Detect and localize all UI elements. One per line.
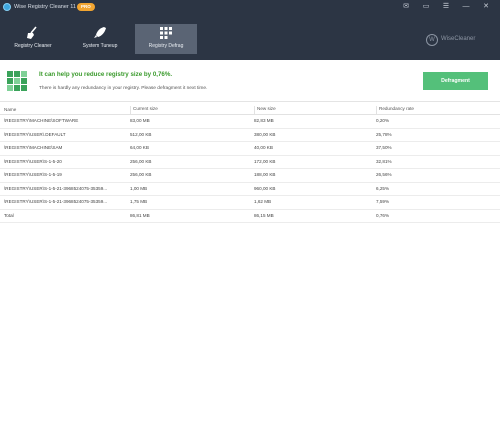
- grid-icon: [160, 27, 172, 39]
- skin-icon[interactable]: ▭: [421, 2, 431, 12]
- cell-redundancy-rate: 0,76%: [376, 212, 390, 218]
- column-header-new-size[interactable]: New size: [254, 106, 372, 114]
- table-row[interactable]: \REGISTRY\USER\S-1-5-21-3968524075-35359…: [0, 196, 500, 210]
- cell-new-size: 40,00 KB: [254, 145, 273, 150]
- registry-table: Name Current size New size Redundancy ra…: [0, 104, 500, 223]
- column-header-redundancy-rate[interactable]: Redundancy rate: [376, 106, 494, 114]
- cell-name: \REGISTRY\USER\S-1-5-21-3968524075-35359…: [4, 185, 108, 191]
- redundancy-note: There is hardly any redundancy in your r…: [39, 86, 208, 91]
- table-header: Name Current size New size Redundancy ra…: [0, 104, 500, 115]
- tab-label: System Tuneup: [82, 43, 118, 49]
- app-logo-icon: [3, 3, 11, 11]
- table-row[interactable]: \REGISTRY\USER\S-1-5-21-3968524075-35359…: [0, 183, 500, 196]
- table-row[interactable]: \REGISTRY\MACHINE\SAM 64,00 KB 40,00 KB …: [0, 142, 500, 156]
- close-button[interactable]: ✕: [481, 2, 491, 12]
- defragment-button[interactable]: Defragment: [423, 72, 488, 90]
- cell-new-size: 1,62 MB: [254, 199, 272, 204]
- cell-redundancy-rate: 7,59%: [376, 199, 390, 204]
- cell-redundancy-rate: 6,25%: [376, 185, 390, 191]
- cell-current-size: 83,00 MB: [130, 118, 150, 123]
- cell-new-size: 960,00 KB: [254, 185, 276, 191]
- broom-icon: [27, 26, 37, 39]
- minimize-button[interactable]: —: [461, 2, 471, 12]
- column-header-current-size[interactable]: Current size: [130, 106, 248, 114]
- tab-registry-defrag[interactable]: Registry Defrag: [135, 24, 197, 54]
- cell-new-size: 86,15 MB: [254, 212, 274, 218]
- cell-new-size: 380,00 KB: [254, 131, 276, 137]
- cell-current-size: 64,00 KB: [130, 145, 149, 150]
- table-row[interactable]: \REGISTRY\MACHINE\SOFTWARE 83,00 MB 82,8…: [0, 115, 500, 129]
- cell-current-size: 512,00 KB: [130, 131, 152, 137]
- cell-name: \REGISTRY\USER\S-1-5-19: [4, 172, 62, 177]
- cell-redundancy-rate: 37,50%: [376, 145, 392, 150]
- tab-label: Registry Defrag: [148, 43, 184, 49]
- cell-current-size: 1,00 MB: [130, 185, 148, 191]
- table-row[interactable]: \REGISTRY\USER\S-1-5-19 256,00 KB 188,00…: [0, 169, 500, 183]
- menu-icon[interactable]: ☰: [441, 2, 451, 12]
- cell-name: \REGISTRY\MACHINE\SOFTWARE: [4, 118, 79, 123]
- cell-current-size: 1,75 MB: [130, 199, 148, 204]
- cell-name: Total: [4, 212, 14, 218]
- column-header-name[interactable]: Name: [4, 107, 124, 112]
- table-row[interactable]: \REGISTRY\USER\S-1-5-20 256,00 KB 172,00…: [0, 156, 500, 169]
- feedback-icon[interactable]: ✉: [401, 2, 411, 12]
- cell-name: \REGISTRY\USER\S-1-5-21-3968524075-35359…: [4, 199, 108, 204]
- cell-new-size: 188,00 KB: [254, 172, 276, 177]
- title-bar: Wise Registry Cleaner 11 PRO ✉ ▭ ☰ — ✕: [0, 0, 500, 16]
- wisecleaner-logo-icon: W: [426, 34, 438, 46]
- cell-name: \REGISTRY\USER\.DEFAULT: [4, 131, 66, 137]
- app-title: Wise Registry Cleaner 11: [14, 4, 76, 10]
- defrag-summary: It can help you reduce registry size by …: [0, 60, 500, 102]
- cell-redundancy-rate: 26,56%: [376, 172, 392, 177]
- cell-redundancy-rate: 0,20%: [376, 118, 390, 123]
- app-header: Wise Registry Cleaner 11 PRO ✉ ▭ ☰ — ✕ R…: [0, 0, 500, 60]
- cell-current-size: 86,81 MB: [130, 212, 150, 218]
- cell-current-size: 256,00 KB: [130, 172, 152, 177]
- cell-redundancy-rate: 32,81%: [376, 158, 392, 164]
- tab-label: Registry Cleaner: [14, 43, 52, 49]
- cell-new-size: 82,83 MB: [254, 118, 274, 123]
- cell-redundancy-rate: 25,78%: [376, 131, 392, 137]
- table-row[interactable]: \REGISTRY\USER\.DEFAULT 512,00 KB 380,00…: [0, 129, 500, 142]
- brand-text: WiseCleaner: [441, 36, 476, 42]
- tab-system-tuneup[interactable]: System Tuneup: [69, 24, 131, 54]
- cell-new-size: 172,00 KB: [254, 158, 276, 164]
- defrag-blocks-icon: [7, 71, 27, 91]
- table-total-row: Total 86,81 MB 86,15 MB 0,76%: [0, 210, 500, 223]
- reduction-headline: It can help you reduce registry size by …: [39, 71, 173, 78]
- cell-current-size: 256,00 KB: [130, 158, 152, 164]
- cell-name: \REGISTRY\MACHINE\SAM: [4, 145, 63, 150]
- rocket-icon: [94, 27, 106, 38]
- pro-badge: PRO: [77, 3, 95, 11]
- cell-name: \REGISTRY\USER\S-1-5-20: [4, 158, 62, 164]
- tab-registry-cleaner[interactable]: Registry Cleaner: [2, 24, 64, 54]
